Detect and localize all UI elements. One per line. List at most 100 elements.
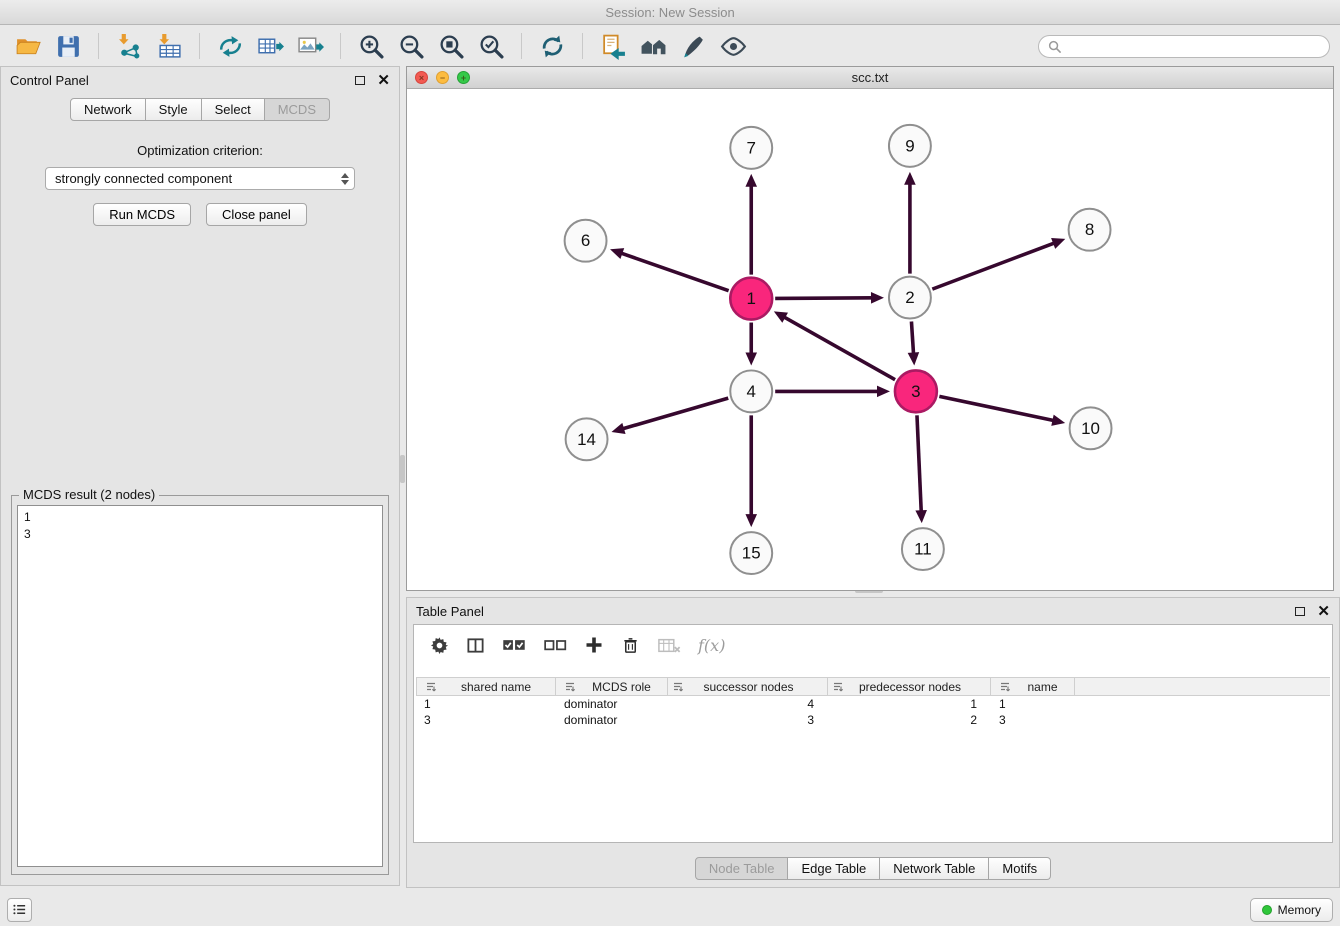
cell-predecessor-nodes: 2 — [828, 713, 991, 727]
sort-icon — [999, 681, 1011, 693]
annotation-pen-icon — [680, 33, 707, 60]
toolbar-separator — [199, 33, 200, 59]
graph-node-label: 15 — [742, 544, 761, 563]
import-network-button[interactable] — [111, 30, 147, 62]
graph-edge-arrowhead — [904, 172, 916, 185]
vertical-splitter-handle[interactable] — [400, 455, 405, 483]
graph-node-label: 14 — [577, 430, 596, 449]
tab-select[interactable]: Select — [202, 98, 265, 121]
control-panel-title: Control Panel — [10, 73, 89, 88]
duplicate-document-button[interactable] — [595, 30, 631, 62]
cell-successor-nodes: 4 — [668, 697, 828, 711]
save-session-button[interactable] — [50, 30, 86, 62]
task-history-button[interactable] — [7, 898, 32, 922]
column-header-mcds-role[interactable]: MCDS role — [556, 678, 668, 695]
close-panel-icon[interactable]: ✕ — [377, 73, 390, 88]
select-all-icon[interactable] — [502, 638, 526, 653]
graph-edge-1-6[interactable] — [619, 253, 728, 291]
zoom-in-icon — [358, 33, 385, 60]
sync-network-icon — [217, 33, 244, 60]
graph-edge-arrowhead — [915, 510, 927, 523]
refresh-icon — [539, 33, 566, 60]
table-row[interactable]: 1 dominator 4 1 1 — [416, 696, 1330, 712]
toolbar-separator — [521, 33, 522, 59]
status-bar: Memory — [0, 893, 1340, 926]
tab-node-table[interactable]: Node Table — [695, 857, 789, 880]
graph-edge-4-14[interactable] — [621, 398, 728, 429]
sync-network-button[interactable] — [212, 30, 248, 62]
zoom-fit-button[interactable] — [433, 30, 469, 62]
sort-icon — [672, 681, 684, 693]
tab-network[interactable]: Network — [70, 98, 146, 121]
graph-node-label: 3 — [911, 382, 920, 401]
graph-edge-2-3[interactable] — [911, 321, 913, 355]
search-field[interactable] — [1038, 35, 1330, 58]
column-header-predecessor-nodes[interactable]: predecessor nodes — [828, 678, 991, 695]
network-graph[interactable]: 7968124314101511 — [407, 90, 1333, 590]
search-input[interactable] — [1067, 39, 1320, 53]
column-header-shared-name[interactable]: shared name — [416, 678, 556, 695]
annotation-button[interactable] — [675, 30, 711, 62]
sort-icon — [564, 681, 576, 693]
network-canvas[interactable]: 7968124314101511 — [407, 90, 1333, 590]
cell-shared-name: 1 — [416, 697, 556, 711]
tab-motifs[interactable]: Motifs — [989, 857, 1051, 880]
table-row[interactable]: 3 dominator 3 2 3 — [416, 712, 1330, 728]
window-titlebar[interactable]: Session: New Session — [0, 0, 1340, 25]
float-panel-icon[interactable] — [355, 76, 365, 85]
delete-row-trash-icon[interactable] — [621, 636, 640, 655]
first-neighbors-button[interactable] — [635, 30, 671, 62]
graph-edge-arrowhead — [1051, 238, 1065, 249]
tab-style[interactable]: Style — [146, 98, 202, 121]
close-table-panel-icon[interactable]: ✕ — [1317, 604, 1330, 619]
network-window-titlebar[interactable]: × − + scc.txt — [407, 67, 1333, 89]
graph-edge-3-1[interactable] — [783, 316, 896, 379]
graph-edge-arrowhead — [745, 514, 757, 527]
eye-icon — [720, 33, 747, 60]
export-image-button[interactable] — [292, 30, 328, 62]
open-file-button[interactable] — [10, 30, 46, 62]
close-window-icon[interactable]: × — [415, 71, 428, 84]
graph-node-label: 2 — [905, 288, 914, 307]
export-image-icon — [297, 33, 324, 60]
show-hide-details-button[interactable] — [715, 30, 751, 62]
tab-mcds[interactable]: MCDS — [265, 98, 330, 121]
graph-edge-2-8[interactable] — [932, 242, 1056, 289]
graph-edge-1-2[interactable] — [775, 298, 874, 299]
graph-node-label: 7 — [747, 138, 756, 157]
graph-edge-3-10[interactable] — [939, 396, 1055, 421]
optimization-criterion-dropdown[interactable]: strongly connected component — [45, 167, 355, 190]
column-header-name[interactable]: name — [991, 678, 1075, 695]
refresh-button[interactable] — [534, 30, 570, 62]
float-table-panel-icon[interactable] — [1295, 607, 1305, 616]
gear-icon[interactable] — [430, 636, 449, 655]
deselect-all-icon[interactable] — [543, 638, 567, 653]
mcds-result-title: MCDS result (2 nodes) — [19, 487, 159, 502]
memory-button[interactable]: Memory — [1250, 898, 1333, 922]
traffic-lights: × − + — [415, 71, 470, 84]
control-panel-tabbar: Network Style Select MCDS — [1, 98, 399, 121]
tab-edge-table[interactable]: Edge Table — [788, 857, 880, 880]
duplicate-document-icon — [600, 33, 627, 60]
graph-node-label: 9 — [905, 136, 914, 155]
maximize-window-icon[interactable]: + — [457, 71, 470, 84]
import-table-button[interactable] — [151, 30, 187, 62]
graph-edge-arrowhead — [745, 352, 757, 365]
add-row-icon[interactable] — [584, 635, 604, 655]
graph-node-label: 11 — [914, 540, 932, 559]
close-panel-button[interactable]: Close panel — [206, 203, 307, 226]
minimize-window-icon[interactable]: − — [436, 71, 449, 84]
memory-status-icon — [1262, 905, 1272, 915]
tab-network-table[interactable]: Network Table — [880, 857, 989, 880]
zoom-out-button[interactable] — [393, 30, 429, 62]
graph-edge-arrowhead — [877, 386, 890, 398]
export-table-button[interactable] — [252, 30, 288, 62]
zoom-selected-button[interactable] — [473, 30, 509, 62]
zoom-in-button[interactable] — [353, 30, 389, 62]
graph-edge-3-11[interactable] — [917, 415, 921, 513]
list-icon — [12, 902, 27, 917]
column-header-successor-nodes[interactable]: successor nodes — [668, 678, 828, 695]
run-mcds-button[interactable]: Run MCDS — [93, 203, 191, 226]
columns-icon[interactable] — [466, 636, 485, 655]
mcds-result-list[interactable]: 1 3 — [17, 505, 383, 867]
